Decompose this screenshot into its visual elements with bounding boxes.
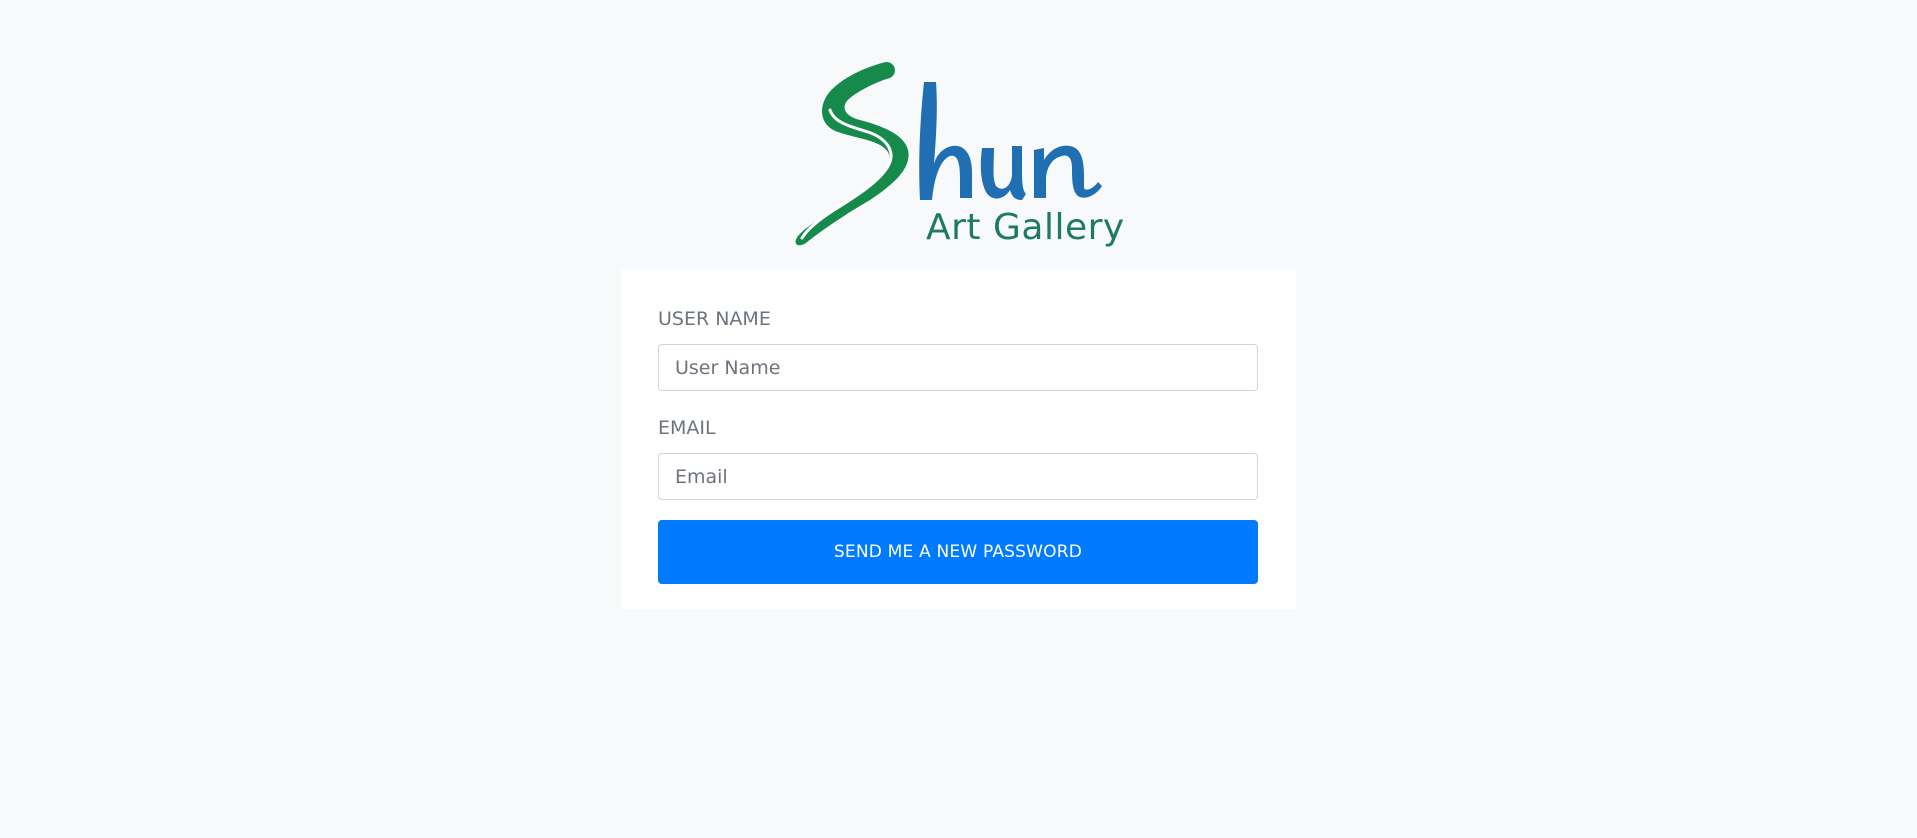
username-input[interactable] [658,344,1258,391]
shun-art-gallery-logo: Art Gallery [790,60,1124,255]
username-label: USER NAME [658,308,771,330]
button-spacer [658,500,1259,520]
email-label: EMAIL [658,417,716,439]
field-spacer [658,391,1259,415]
email-input[interactable] [658,453,1258,500]
send-new-password-button[interactable]: SEND ME A NEW PASSWORD [658,520,1258,584]
logo-subtitle: Art Gallery [926,207,1125,248]
reset-password-card: USER NAME EMAIL SEND ME A NEW PASSWORD [621,269,1296,609]
